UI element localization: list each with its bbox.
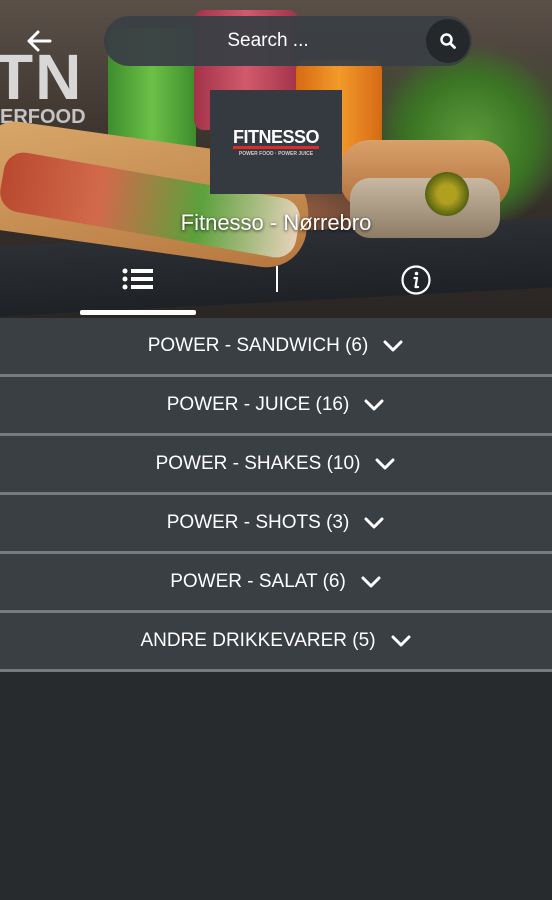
category-label: ANDRE DRIKKEVARER (5) [140,630,376,651]
category-label: POWER - SALAT (6) [170,571,346,592]
logo-subtext: POWER FOOD · POWER JUICE [238,150,314,157]
category-row-power-salat[interactable]: POWER - SALAT (6) [0,554,552,613]
tab-separator [276,266,278,292]
list-icon [122,268,153,290]
active-tab-indicator [80,310,196,315]
category-label: POWER - SHOTS (3) [166,512,350,533]
info-icon [401,265,431,295]
category-label: POWER - JUICE (16) [166,394,350,415]
category-row-power-juice[interactable]: POWER - JUICE (16) [0,377,552,436]
search-button[interactable] [426,19,470,63]
search-bar[interactable]: Search ... [104,16,472,66]
category-label: POWER - SANDWICH (6) [147,335,369,356]
chevron-down-icon [375,458,395,470]
store-name: Fitnesso - Nørrebro [180,210,372,235]
search-input[interactable]: Search ... [227,30,308,52]
category-row-andre-drikkevarer[interactable]: ANDRE DRIKKEVARER (5) [0,613,552,672]
chevron-down-icon [364,517,384,529]
back-button[interactable] [22,24,62,58]
tab-info[interactable] [400,264,432,296]
category-list: POWER - SANDWICH (6) POWER - JUICE (16) … [0,318,552,672]
arrow-left-icon [27,30,52,52]
tab-menu-list[interactable] [118,264,158,294]
chevron-down-icon [383,340,403,352]
chevron-down-icon [361,576,381,588]
category-row-power-shakes[interactable]: POWER - SHAKES (10) [0,436,552,495]
category-row-power-shots[interactable]: POWER - SHOTS (3) [0,495,552,554]
store-logo: FITNESSO POWER FOOD · POWER JUICE [210,90,342,194]
hero-banner: TN ERFOOD Search ... FITNESSO POWER FOOD… [0,0,552,318]
category-label: POWER - SHAKES (10) [155,453,361,474]
chevron-down-icon [391,635,411,647]
search-icon [440,33,456,49]
chevron-down-icon [364,399,384,411]
category-row-power-sandwich[interactable]: POWER - SANDWICH (6) [0,318,552,377]
logo-text: FITNESSO [232,126,320,149]
